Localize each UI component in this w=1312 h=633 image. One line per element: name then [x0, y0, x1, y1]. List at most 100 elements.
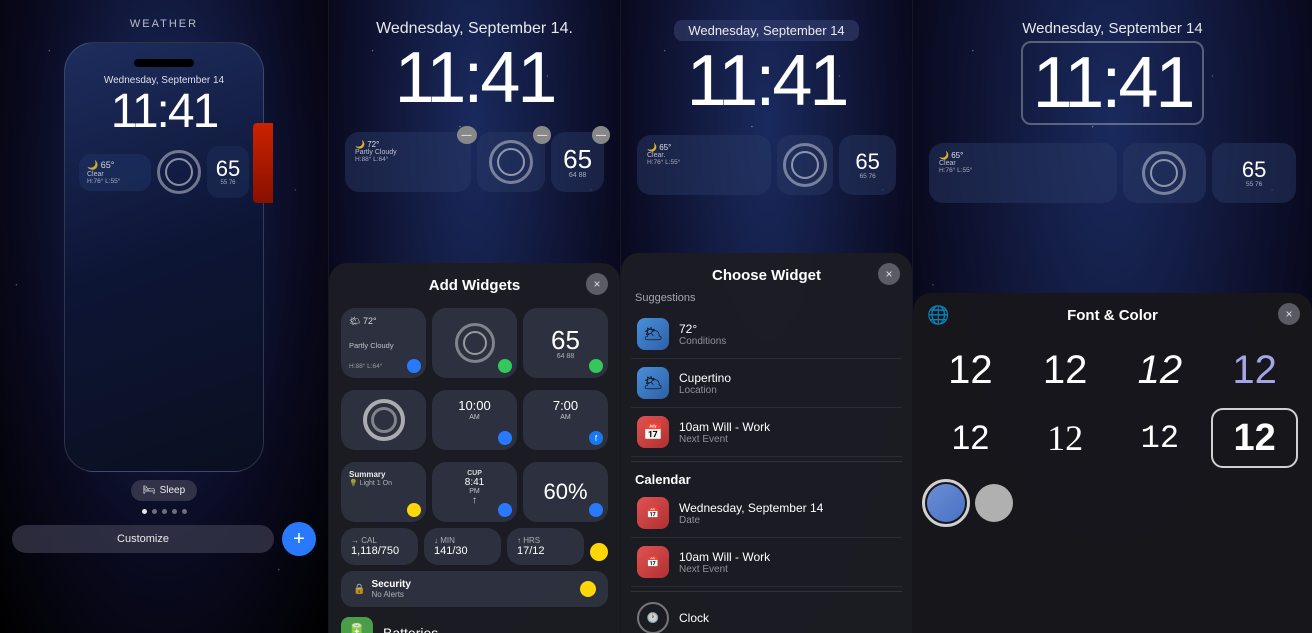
lockscreen-top-2: Wednesday, September 14. 11:41: [329, 0, 620, 124]
cw-cal-event-item[interactable]: 📅 10am Will - Work Next Event: [631, 538, 902, 587]
ls2-circle-widget: —: [477, 132, 546, 192]
cup-top: CUP: [467, 470, 482, 477]
aw-clock1-item[interactable]: 10:00 AM: [432, 390, 517, 450]
font-item-7[interactable]: 12: [1117, 408, 1204, 468]
font-num-2: 12: [1043, 348, 1088, 393]
choose-widget-panel: Choose Widget × Suggestions 🌥 72° Condit…: [621, 253, 912, 633]
aw-title: Add Widgets: [429, 277, 521, 294]
font-num-1: 12: [948, 348, 993, 393]
big-ring: [363, 399, 405, 441]
ls3-date: Wednesday, September 14: [674, 20, 858, 41]
ls2-num-widget: — 65 64 88: [551, 132, 604, 192]
ls4-weather-widget: 🌙 65° Clear H:76° L:55°: [929, 143, 1117, 203]
aw-weather-item[interactable]: 🌤 72° Partly Cloudy H:88° L:64°: [341, 308, 426, 378]
cw-divider-2: [631, 591, 902, 592]
ls4-top: Wednesday, September 14 11:41: [913, 0, 1312, 135]
font-num-6: 12: [1047, 417, 1083, 459]
customize-button[interactable]: Customize: [12, 525, 274, 553]
ring-widget: [157, 150, 201, 194]
ls3-detail: H:76° L:55°: [647, 159, 761, 166]
ls4-numsub: 55 76: [1246, 181, 1262, 188]
font-num-3: 12: [1138, 348, 1183, 393]
badge-yellow-2: [590, 543, 608, 561]
cw-item-conditions[interactable]: 🌥 72° Conditions: [631, 310, 902, 359]
ls3-top: Wednesday, September 14 11:41: [621, 0, 912, 127]
font-item-2[interactable]: 12: [1022, 340, 1109, 400]
w-icon: 🌙 65°: [87, 160, 143, 171]
ls3-time: 11:41: [641, 45, 892, 117]
cup-time: 8:41: [465, 477, 484, 488]
cw-clock-info: Clock: [679, 611, 896, 625]
batteries-label: Batteries: [383, 625, 438, 633]
aw-summary-item[interactable]: Summary 💡 Light 1 On: [341, 462, 426, 522]
suggestions-label: Suggestions: [621, 292, 912, 310]
plus-button[interactable]: +: [282, 522, 316, 556]
sleep-button[interactable]: 🛏 Sleep: [131, 480, 197, 501]
font-item-8-selected[interactable]: 12: [1211, 408, 1298, 468]
customize-bar: Customize +: [0, 522, 328, 556]
fc-header: 🌐 Font & Color ×: [913, 293, 1312, 332]
font-num-4: 12: [1232, 348, 1277, 393]
cw-name-2: Cupertino: [679, 371, 896, 385]
clock2-ampm: AM: [560, 414, 571, 421]
calendar-section-header: Calendar: [621, 466, 912, 489]
weather-remove-btn[interactable]: —: [457, 126, 477, 144]
phone-widgets-row: 🌙 65° Clear H:76° L:55° 65 55 76: [79, 146, 249, 198]
font-item-4[interactable]: 12: [1211, 340, 1298, 400]
clock2-time: 7:00: [553, 398, 578, 413]
font-num-5: 12: [951, 419, 989, 458]
cup-arrow: ↑: [472, 495, 477, 506]
add-widgets-panel: Add Widgets × 🌤 72° Partly Cloudy H:88° …: [329, 263, 620, 633]
font-item-1[interactable]: 12: [927, 340, 1014, 400]
ls3-widgets: 🌙 65° Clear. H:76° L:55° 65 65 76: [621, 127, 912, 203]
cw-sub-2: Location: [679, 385, 896, 396]
font-grid: 12 12 12 12 12 12 12: [913, 332, 1312, 476]
clock1-ampm: AM: [469, 414, 480, 421]
phone-time: 11:41: [79, 88, 249, 136]
color-swatch-gray[interactable]: [975, 484, 1013, 522]
cw-title: Choose Widget: [712, 267, 821, 284]
fc-close-button[interactable]: ×: [1278, 303, 1300, 325]
num-remove-btn[interactable]: —: [592, 126, 610, 144]
circle-remove-btn[interactable]: —: [533, 126, 551, 144]
aw-cup-item[interactable]: CUP 8:41 PM ↑: [432, 462, 517, 522]
aw-percent-item[interactable]: 60%: [523, 462, 608, 522]
phone-red-strip: [253, 123, 273, 203]
phone-mockup: Wednesday, September 14 11:41 🌙 65° Clea…: [64, 42, 264, 472]
ls4-num: 65: [1242, 159, 1266, 181]
cw-clock-icon: 🕐: [637, 602, 669, 633]
sleep-icon: 🛏: [143, 485, 156, 496]
font-item-6[interactable]: 12: [1022, 408, 1109, 468]
sleep-label: Sleep: [160, 485, 186, 496]
summary-info: Summary 💡 Light 1 On: [349, 470, 418, 487]
aw-num65-item[interactable]: 65 64 88: [523, 308, 608, 378]
cw-cal-date-item[interactable]: 📅 Wednesday, September 14 Date: [631, 489, 902, 538]
font-item-3[interactable]: 12: [1117, 340, 1204, 400]
font-color-panel: 🌐 Font & Color × 12 12 12 12 1: [913, 293, 1312, 633]
aw-close-button[interactable]: ×: [586, 273, 608, 295]
cw-cal-event-info: 10am Will - Work Next Event: [679, 550, 896, 575]
cw-clock-item[interactable]: 🕐 Clock: [621, 596, 912, 633]
cw-icon-event: 📅: [637, 416, 669, 448]
cw-close-button[interactable]: ×: [878, 263, 900, 285]
panel-3: Wednesday, September 14 11:41 🌙 65° Clea…: [620, 0, 912, 633]
aw-ring-big-item[interactable]: [341, 390, 426, 450]
cw-item-event[interactable]: 📅 10am Will - Work Next Event: [631, 408, 902, 457]
aw-watch-item[interactable]: [432, 308, 517, 378]
ls3-ring-widget: [777, 135, 834, 195]
color-swatch-blue[interactable]: [927, 484, 965, 522]
badge-fb: f: [589, 431, 603, 445]
badge-blue-3: [498, 503, 512, 517]
cw-cal-event-icon: 📅: [637, 546, 669, 578]
panel-4: Wednesday, September 14 11:41 🌙 65° Clea…: [912, 0, 1312, 633]
aw-clock2-item[interactable]: 7:00 AM f: [523, 390, 608, 450]
panel-1: WEATHER Wednesday, September 14 11:41 🌙 …: [0, 0, 328, 633]
globe-icon[interactable]: 🌐: [927, 305, 949, 326]
cal-date-sub: Date: [679, 515, 896, 526]
aw-grid-row3: Summary 💡 Light 1 On CUP 8:41 PM ↑ 60%: [329, 456, 620, 528]
ring-inner-3: [791, 151, 819, 179]
font-item-5[interactable]: 12: [927, 408, 1014, 468]
ring-widget-3: [783, 143, 827, 187]
batteries-row: 🔋 Batteries: [329, 611, 620, 633]
cw-item-cupertino[interactable]: 🌥 Cupertino Location: [631, 359, 902, 408]
